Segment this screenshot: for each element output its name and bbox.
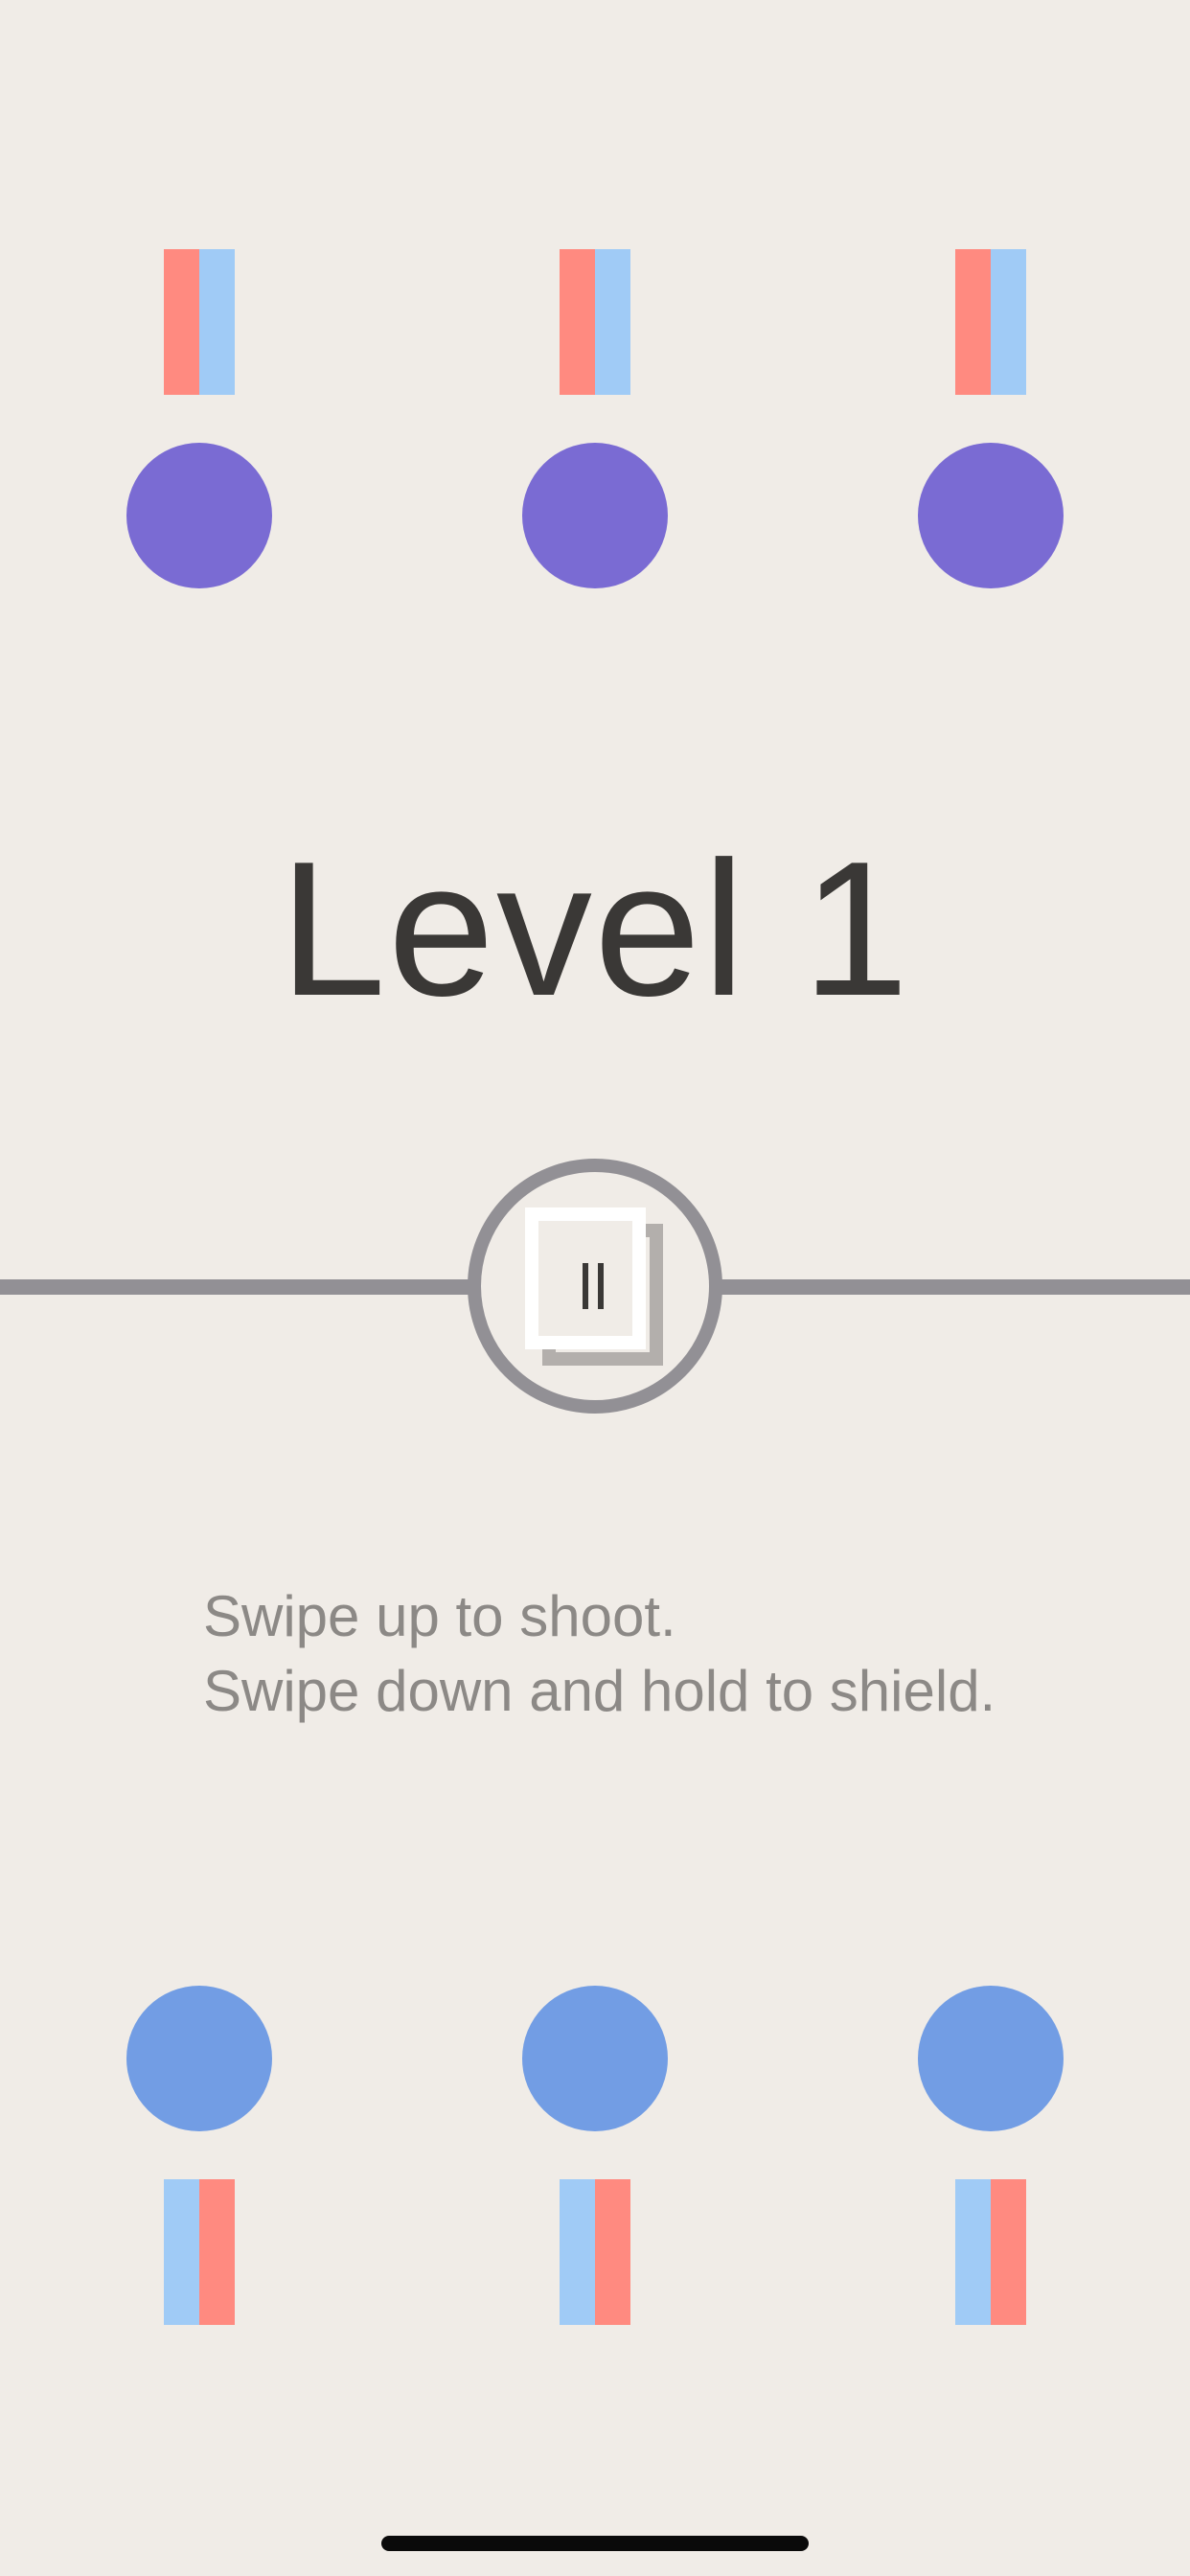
- enemy-dot-2: [522, 443, 668, 588]
- instruction-shield: Swipe down and hold to shield.: [203, 1659, 996, 1723]
- enemy-unit-2: [522, 249, 668, 588]
- player-bar-1-right: [199, 2179, 235, 2325]
- enemy-bar-3: [955, 249, 1026, 395]
- player-bar-2: [560, 2179, 630, 2325]
- player-bar-1: [164, 2179, 235, 2325]
- enemy-dot-3: [918, 443, 1064, 588]
- player-dot-3[interactable]: [918, 1986, 1064, 2131]
- enemy-bar-3-left: [955, 249, 991, 395]
- player-unit-1[interactable]: [126, 1986, 272, 2325]
- home-indicator[interactable]: [381, 2536, 809, 2551]
- game-screen[interactable]: Level 1 Swipe up to shoot. Swipe down an…: [0, 0, 1190, 2576]
- player-bar-2-left: [560, 2179, 595, 2325]
- enemy-unit-3: [918, 249, 1064, 588]
- enemy-bar-2-left: [560, 249, 595, 395]
- player-bar-2-right: [595, 2179, 630, 2325]
- enemy-bar-1-right: [199, 249, 235, 395]
- player-bar-3-right: [991, 2179, 1026, 2325]
- player-bar-1-left: [164, 2179, 199, 2325]
- enemy-dot-1: [126, 443, 272, 588]
- enemy-bar-1-left: [164, 249, 199, 395]
- player-bar-3-left: [955, 2179, 991, 2325]
- enemy-unit-1: [126, 249, 272, 588]
- enemy-bar-1: [164, 249, 235, 395]
- player-dot-2[interactable]: [522, 1986, 668, 2131]
- player-unit-3[interactable]: [918, 1986, 1064, 2325]
- enemy-bar-2: [560, 249, 630, 395]
- level-title: Level 1: [279, 822, 911, 1036]
- instructions: Swipe up to shoot. Swipe down and hold t…: [203, 1579, 1065, 1729]
- instruction-shoot: Swipe up to shoot.: [203, 1584, 676, 1648]
- pause-icon[interactable]: [525, 1208, 661, 1365]
- player-bar-3: [955, 2179, 1026, 2325]
- player-dot-1[interactable]: [126, 1986, 272, 2131]
- divider-line-right: [717, 1279, 1190, 1295]
- divider-line-left: [0, 1279, 473, 1295]
- enemy-bar-2-right: [595, 249, 630, 395]
- player-unit-2[interactable]: [522, 1986, 668, 2325]
- enemy-bar-3-right: [991, 249, 1026, 395]
